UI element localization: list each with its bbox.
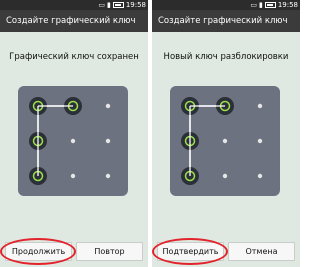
status-bar: ▭ ▮ 19:58: [152, 0, 300, 10]
pattern-content: Графический ключ сохранен: [0, 32, 148, 235]
button-bar: Подтвердить Отмена: [152, 235, 300, 267]
battery-icon: [264, 2, 276, 8]
pattern-grid[interactable]: [18, 86, 128, 196]
sim-icon: ▭: [98, 1, 105, 9]
battery-icon: [112, 2, 124, 8]
pattern-status-message: Графический ключ сохранен: [9, 52, 139, 62]
pattern-node[interactable]: [105, 138, 111, 144]
signal-icon: ▮: [106, 1, 111, 9]
status-bar: ▭ ▮ 19:58: [0, 0, 148, 10]
pattern-node[interactable]: [105, 173, 111, 179]
pattern-content: Новый ключ разблокировки: [152, 32, 300, 235]
status-time: 19:58: [125, 1, 146, 9]
phone-screen-left: ▭ ▮ 19:58 Создайте графический ключ Граф…: [0, 0, 148, 267]
button-bar: Продолжить Повтор: [0, 235, 148, 267]
pattern-grid-svg[interactable]: [18, 86, 128, 196]
pattern-node[interactable]: [257, 103, 263, 109]
sim-icon: ▭: [250, 1, 257, 9]
phone-screen-right: ▭ ▮ 19:58 Создайте графический ключ Новы…: [152, 0, 300, 267]
status-icons: ▭ ▮ 19:58: [98, 0, 146, 10]
cancel-button[interactable]: Отмена: [228, 242, 295, 261]
screen-title: Создайте графический ключ: [152, 10, 300, 32]
pattern-node[interactable]: [70, 138, 76, 144]
pattern-grid[interactable]: [170, 86, 280, 196]
pattern-node[interactable]: [222, 138, 228, 144]
signal-icon: ▮: [258, 1, 263, 9]
pattern-node[interactable]: [105, 103, 111, 109]
status-icons: ▭ ▮ 19:58: [250, 0, 298, 10]
status-time: 19:58: [277, 1, 298, 9]
highlight-ellipse: [152, 238, 228, 265]
pattern-node[interactable]: [257, 138, 263, 144]
screen-title: Создайте графический ключ: [0, 10, 148, 32]
pattern-status-message: Новый ключ разблокировки: [163, 52, 289, 62]
retry-button[interactable]: Повтор: [76, 242, 143, 261]
highlight-ellipse: [0, 238, 76, 265]
pattern-node[interactable]: [222, 173, 228, 179]
pattern-node[interactable]: [70, 173, 76, 179]
pattern-grid-svg[interactable]: [170, 86, 280, 196]
pattern-node[interactable]: [257, 173, 263, 179]
